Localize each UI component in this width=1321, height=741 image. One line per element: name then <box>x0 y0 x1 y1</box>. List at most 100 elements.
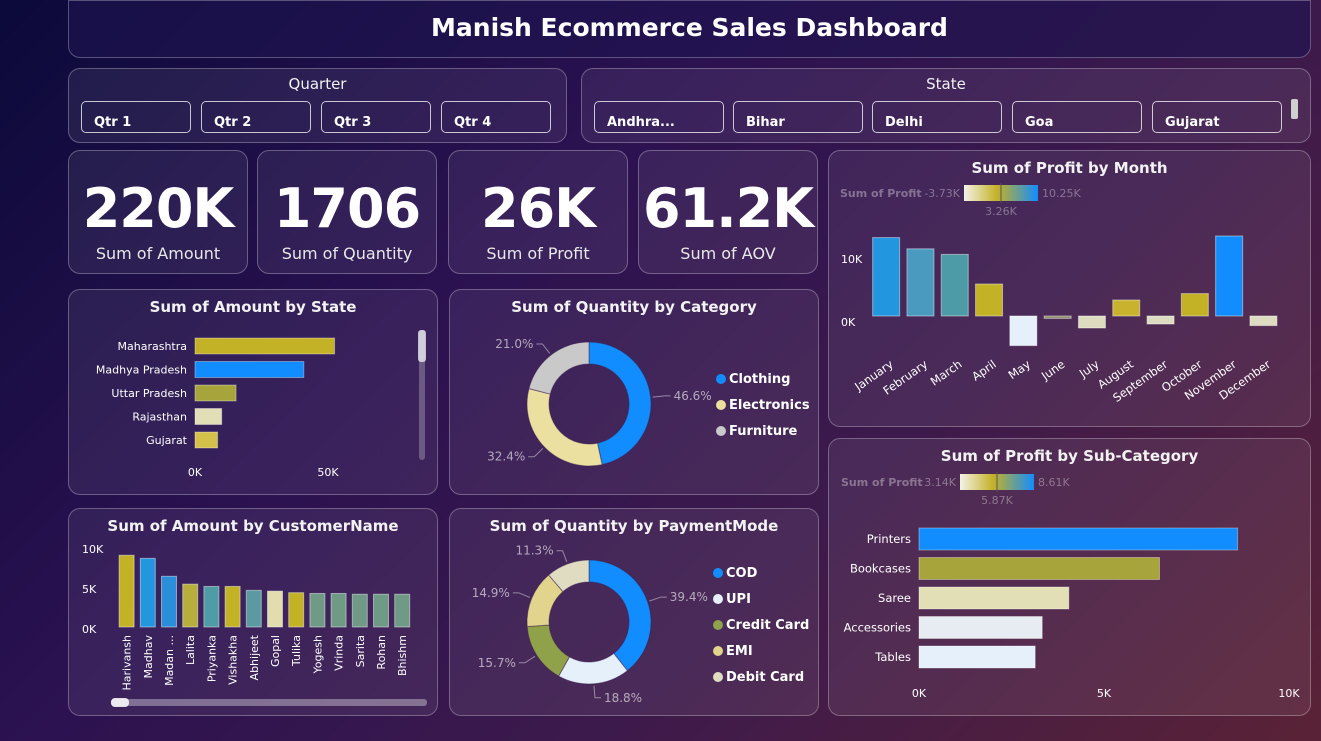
legend-label: UPI <box>726 592 751 607</box>
bar <box>351 593 368 628</box>
amount-by-customer-chart[interactable]: Sum of Amount by CustomerName Harivansh M… <box>68 508 438 716</box>
color-scale-mid: 3.26K <box>985 205 1017 218</box>
leader-line <box>512 592 531 598</box>
quarter-slicer: Quarter Qtr 1 Qtr 2 Qtr 3 Qtr 4 <box>68 68 567 143</box>
category-label: Tulika <box>290 635 303 667</box>
kpi-value: 61.2K <box>642 177 814 240</box>
category-label: Sarita <box>354 635 367 667</box>
state-option-4[interactable]: Goa <box>1012 101 1142 133</box>
x-tick-label: 10K <box>1278 687 1300 700</box>
x-tick-label: 0K <box>188 466 203 479</box>
state-option-1[interactable]: Andhra... <box>594 101 724 133</box>
profit-by-month-svg: JanuaryFebruaryMarch April May June JulyAugu… <box>840 183 1278 405</box>
bar <box>139 557 156 628</box>
quarter-option-1[interactable]: Qtr 1 <box>81 101 191 133</box>
category-label: Bhishm <box>396 635 409 676</box>
legend-dot <box>713 594 723 604</box>
category-label: Priyanka <box>205 635 218 682</box>
category-label: Rohan <box>375 635 388 670</box>
amount-by-state-chart[interactable]: Sum of Amount by State Maharashtra Madhya… <box>68 289 438 495</box>
legend-label: EMI <box>726 644 753 659</box>
legend-label: Furniture <box>729 424 797 439</box>
data-label: 21.0% <box>495 337 533 351</box>
profit-by-subcategory-svg: Printers Bookcases Saree Accessories Tables 0… <box>841 472 1300 700</box>
leader-line <box>649 596 667 602</box>
bar <box>1249 315 1278 327</box>
amount-by-state-svg: Maharashtra Madhya Pradesh Uttar Pradesh Ra… <box>96 330 426 479</box>
profit-by-month-chart[interactable]: Sum of Profit by Month January February Ma… <box>828 150 1311 427</box>
legend-label: Electronics <box>729 398 810 413</box>
quarter-option-3[interactable]: Qtr 3 <box>321 101 431 133</box>
bar <box>182 583 199 628</box>
category-label: Gujarat <box>146 434 188 447</box>
kpi-value: 220K <box>82 177 235 240</box>
state-option-2[interactable]: Bihar <box>733 101 863 133</box>
x-tick-label: 50K <box>317 466 339 479</box>
bar <box>918 645 1036 669</box>
category-label: Saree <box>878 591 911 605</box>
category-label: Abhijeet <box>248 634 261 680</box>
profit-by-subcategory-chart[interactable]: Sum of Profit by Sub-Category Printers Bo… <box>828 438 1311 716</box>
bar <box>267 590 283 628</box>
category-label: Rajasthan <box>132 411 187 424</box>
bar <box>1077 315 1106 329</box>
color-scale-min: -3.73K <box>924 187 960 200</box>
quarter-option-4[interactable]: Qtr 4 <box>441 101 551 133</box>
quarter-option-2[interactable]: Qtr 2 <box>201 101 311 133</box>
quarter-slicer-title: Quarter <box>288 75 347 93</box>
leader-line <box>528 448 544 458</box>
kpi-label: Sum of Amount <box>95 244 221 263</box>
bar <box>1146 315 1175 325</box>
category-label: Yogesh <box>311 635 324 674</box>
bar <box>918 557 1160 580</box>
bar <box>245 589 262 628</box>
kpi-value: 26K <box>481 177 596 240</box>
kpi-card-quantity: 1706 Sum of Quantity <box>257 150 437 274</box>
bar <box>1009 315 1038 347</box>
bar <box>1112 299 1141 317</box>
data-label: 11.3% <box>515 544 553 558</box>
category-label: Madhav <box>142 635 155 679</box>
category-label: Gopal <box>269 635 282 667</box>
quantity-by-paymentmode-chart[interactable]: Sum of Quantity by PaymentMode 39.4% 18.8… <box>449 508 819 716</box>
category-label: Madhya Pradesh <box>96 364 187 377</box>
legend-dot <box>713 672 723 682</box>
color-scale-max: 8.61K <box>1038 476 1070 489</box>
category-label: Madan ... <box>163 635 176 686</box>
scrollbar-thumb <box>418 330 426 362</box>
leader-line <box>536 343 551 354</box>
data-label: 46.6% <box>674 389 712 403</box>
category-label: June <box>1038 357 1067 383</box>
dashboard-header: Manish Ecommerce Sales Dashboard <box>68 0 1311 58</box>
bar <box>309 592 326 628</box>
legend-label: Clothing <box>729 372 790 387</box>
bar <box>906 248 935 317</box>
quantity-by-paymentmode-svg: 39.4% 18.8% 15.7% 14.9% 11.3% COD UPI Credit Ca… <box>472 544 810 705</box>
bar <box>918 616 1043 639</box>
category-label: Tables <box>874 650 911 664</box>
y-tick-label: 5K <box>82 583 97 596</box>
legend-dot <box>716 374 726 384</box>
y-tick-label: 0K <box>841 316 856 329</box>
state-slicer: State Andhra... Bihar Delhi Goa Gujarat <box>581 68 1311 143</box>
kpi-label: Sum of Profit <box>486 244 590 263</box>
color-scale-title: Sum of Profit <box>840 187 922 200</box>
category-label: May <box>1006 357 1034 382</box>
category-label: March <box>928 357 965 389</box>
state-slicer-scrollbar[interactable] <box>1291 99 1298 119</box>
bar <box>224 585 241 628</box>
bar <box>940 253 969 317</box>
bar <box>288 592 305 628</box>
legend-label: COD <box>726 566 758 581</box>
quantity-by-category-chart[interactable]: Sum of Quantity by Category 46.6% 32.4% 21… <box>449 289 819 495</box>
bar <box>118 554 135 628</box>
leader-line <box>518 655 536 664</box>
state-option-5[interactable]: Gujarat <box>1152 101 1282 133</box>
data-label: 15.7% <box>478 656 516 670</box>
legend-label: Credit Card <box>726 618 809 633</box>
bar <box>194 337 336 355</box>
bar <box>918 586 1070 610</box>
page-title: Manish Ecommerce Sales Dashboard <box>431 13 948 42</box>
state-option-3[interactable]: Delhi <box>872 101 1002 133</box>
legend-label: Debit Card <box>726 670 804 685</box>
